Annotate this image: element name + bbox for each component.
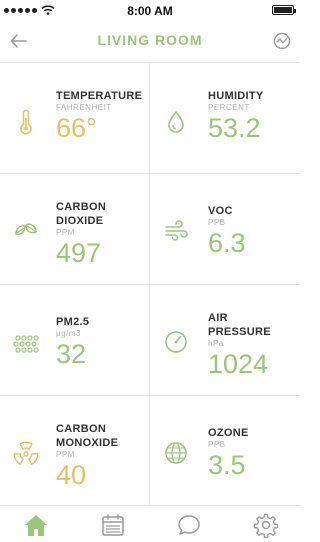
metric-unit: hPa — [208, 339, 224, 348]
metric-unit: PERCENT — [208, 103, 250, 112]
radiation-icon — [13, 441, 39, 465]
history-graph-icon[interactable] — [273, 32, 291, 50]
metric-unit: FAHRENHEIT — [56, 103, 112, 112]
page-title: LIVING ROOM — [97, 32, 203, 48]
metric-value: 6.3 — [208, 228, 246, 258]
thermometer-icon — [20, 109, 32, 135]
leaf-icon — [15, 223, 37, 235]
water-drop-icon — [168, 111, 184, 133]
navigation-bar: LIVING ROOM — [0, 20, 300, 62]
status-time: 8:00 AM — [127, 4, 173, 18]
metric-unit: μg/m3 — [56, 329, 81, 338]
globe-icon — [165, 442, 187, 464]
metric-card-air-pressure[interactable]: AIR PRESSURE hPa 1024 — [150, 285, 300, 396]
tab-bar — [0, 505, 300, 542]
metric-label: PM2.5 — [56, 316, 90, 328]
status-bar: 8:00 AM — [0, 0, 300, 20]
calendar-icon[interactable] — [100, 512, 126, 538]
metric-label-line-2: DIOXIDE — [56, 215, 104, 227]
metric-label: OZONE — [208, 427, 249, 439]
gauge-icon — [165, 331, 187, 353]
metric-label: CARBON — [56, 201, 107, 213]
particles-icon — [13, 335, 39, 353]
wind-icon — [165, 220, 188, 241]
metric-card-pm25[interactable]: PM2.5 μg/m3 32 — [0, 285, 150, 396]
metric-label: VOC — [208, 205, 233, 217]
metric-value: 1024 — [208, 349, 269, 379]
battery-icon — [272, 5, 296, 15]
metric-value: 66° — [56, 113, 97, 143]
metric-label: HUMIDITY — [208, 90, 264, 102]
metric-card-carbon-dioxide[interactable]: CARBON DIOXIDE PPM 497 — [0, 174, 150, 285]
metric-unit: PPB — [208, 218, 226, 227]
metric-value: 53.2 — [208, 113, 261, 143]
metric-value: 3.5 — [208, 450, 246, 480]
metric-value: 32 — [56, 339, 87, 369]
metric-unit: PPM — [56, 228, 75, 237]
metric-label: AIR — [208, 312, 228, 324]
metric-unit: PPM — [56, 450, 75, 459]
metric-value: 497 — [56, 238, 102, 268]
metric-card-humidity[interactable]: HUMIDITY PERCENT 53.2 — [150, 63, 300, 174]
metric-label: TEMPERATURE — [56, 90, 143, 102]
metric-unit: PPB — [208, 440, 226, 449]
metric-card-temperature[interactable]: TEMPERATURE FAHRENHEIT 66° — [0, 63, 150, 174]
metric-label: CARBON — [56, 423, 107, 435]
metric-card-voc[interactable]: VOC PPB 6.3 — [150, 174, 300, 285]
home-icon[interactable] — [23, 512, 49, 538]
metric-card-carbon-monoxide[interactable]: CARBON MONOXIDE PPM 40 — [0, 396, 150, 507]
metric-label-line-2: PRESSURE — [208, 326, 271, 338]
metric-card-ozone[interactable]: OZONE PPB 3.5 — [150, 396, 300, 507]
gear-icon[interactable] — [253, 512, 279, 538]
metric-label-line-2: MONOXIDE — [56, 437, 119, 449]
metric-value: 40 — [56, 460, 87, 490]
sensor-grid: TEMPERATURE FAHRENHEIT 66° HUMIDITY PERC… — [0, 62, 300, 507]
chat-icon[interactable] — [176, 512, 202, 538]
